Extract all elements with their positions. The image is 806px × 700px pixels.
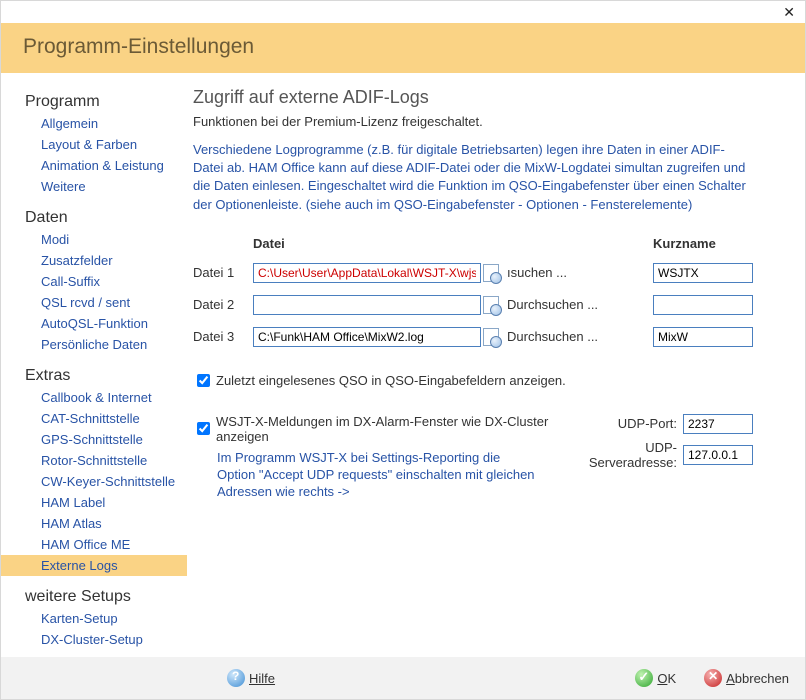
row3-browse-icon[interactable] (483, 328, 499, 346)
content-pane: Zugriff auf externe ADIF-Logs Funktionen… (187, 73, 805, 657)
cancel-icon (704, 669, 722, 687)
sidebar-item-call-suffix[interactable]: Call-Suffix (1, 271, 187, 292)
row1-label: Datei 1 (193, 265, 253, 280)
sidebar-section-extras: Extras (1, 365, 187, 387)
sidebar-item-animation-leistung[interactable]: Animation & Leistung (1, 155, 187, 176)
sidebar-item-weitere[interactable]: Weitere (1, 176, 187, 197)
help-icon (227, 669, 245, 687)
sidebar-item-modi[interactable]: Modi (1, 229, 187, 250)
row2-label: Datei 2 (193, 297, 253, 312)
footer: Hilfe OK Abbrechen (1, 657, 805, 699)
row3-path-input[interactable] (253, 327, 481, 347)
sidebar-item-autoqsl-funktion[interactable]: AutoQSL-Funktion (1, 313, 187, 334)
sidebar-item-ham-label[interactable]: HAM Label (1, 492, 187, 513)
row3-browse-label[interactable]: Durchsuchen ... (503, 329, 613, 344)
sidebar-section-weitere-setups: weitere Setups (1, 586, 187, 608)
sidebar-section-programm: Programm (1, 91, 187, 113)
col-header-kurzname: Kurzname (653, 236, 753, 251)
sidebar-item-ham-office-me[interactable]: HAM Office ME (1, 534, 187, 555)
sidebar-item-gps-schnittstelle[interactable]: GPS-Schnittstelle (1, 429, 187, 450)
row1-shortname-input[interactable] (653, 263, 753, 283)
page-heading: Zugriff auf externe ADIF-Logs (193, 87, 785, 108)
page-subtitle: Funktionen bei der Premium-Lizenz freige… (193, 114, 785, 129)
sidebar-item-allgemein[interactable]: Allgemein (1, 113, 187, 134)
wsjt-block: WSJT-X-Meldungen im DX-Alarm-Fenster wie… (193, 414, 753, 501)
wsjt-note: Im Programm WSJT-X bei Settings-Reportin… (217, 450, 537, 501)
wsjt-check-label: WSJT-X-Meldungen im DX-Alarm-Fenster wie… (216, 414, 572, 444)
help-label: Hilfe (249, 671, 275, 686)
last-qso-label: Zuletzt eingelesenes QSO in QSO-Eingabef… (216, 373, 566, 388)
ok-icon (635, 669, 653, 687)
ok-label-rest: K (667, 671, 676, 686)
row2-browse-label[interactable]: Durchsuchen ... (503, 297, 613, 312)
close-icon[interactable]: ✕ (783, 4, 795, 21)
sidebar-item-karten-setup[interactable]: Karten-Setup (1, 608, 187, 629)
sidebar-item-dx-cluster-setup[interactable]: DX-Cluster-Setup (1, 629, 187, 650)
titlebar: ✕ (1, 1, 805, 23)
last-qso-checkbox[interactable] (197, 374, 210, 387)
row2-browse-icon[interactable] (483, 296, 499, 314)
sidebar-item-qsl-rcvd-sent[interactable]: QSL rcvd / sent (1, 292, 187, 313)
sidebar-item-cw-keyer-schnittstelle[interactable]: CW-Keyer-Schnittstelle (1, 471, 187, 492)
row2-shortname-input[interactable] (653, 295, 753, 315)
sidebar-item-externe-logs[interactable]: Externe Logs (1, 555, 187, 576)
sidebar: Programm Allgemein Layout & Farben Anima… (1, 73, 187, 657)
sidebar-item-zusatzfelder[interactable]: Zusatzfelder (1, 250, 187, 271)
sidebar-item-cat-schnittstelle[interactable]: CAT-Schnittstelle (1, 408, 187, 429)
row1-path-input[interactable] (253, 263, 481, 283)
wsjt-checkbox[interactable] (197, 422, 210, 435)
udp-port-input[interactable] (683, 414, 753, 434)
sidebar-item-ham-atlas[interactable]: HAM Atlas (1, 513, 187, 534)
col-header-datei: Datei (253, 236, 483, 251)
row1-browse-icon[interactable] (483, 264, 499, 282)
help-button[interactable]: Hilfe (227, 669, 275, 687)
cancel-button[interactable]: Abbrechen (704, 669, 789, 687)
last-qso-check-row: Zuletzt eingelesenes QSO in QSO-Eingabef… (193, 371, 785, 390)
settings-window: ✕ Programm-Einstellungen Programm Allgem… (0, 0, 806, 700)
page-blurb: Verschiedene Logprogramme (z.B. für digi… (193, 141, 753, 214)
cancel-label-rest: bbrechen (735, 671, 789, 686)
sidebar-item-persoenliche-daten[interactable]: Persönliche Daten (1, 334, 187, 355)
sidebar-section-daten: Daten (1, 207, 187, 229)
row3-shortname-input[interactable] (653, 327, 753, 347)
udp-server-input[interactable] (683, 445, 753, 465)
body: Programm Allgemein Layout & Farben Anima… (1, 73, 805, 657)
udp-server-label: UDP-Serveradresse: (572, 440, 677, 470)
row2-path-input[interactable] (253, 295, 481, 315)
row1-browse-label[interactable]: ısuchen ... (503, 265, 613, 280)
sidebar-item-callbook-internet[interactable]: Callbook & Internet (1, 387, 187, 408)
row3-label: Datei 3 (193, 329, 253, 344)
sidebar-item-layout-farben[interactable]: Layout & Farben (1, 134, 187, 155)
udp-port-label: UDP-Port: (618, 416, 677, 431)
file-grid: Datei Kurzname Datei 1 ısuchen ... Datei… (193, 236, 785, 347)
ok-button[interactable]: OK (635, 669, 676, 687)
sidebar-item-rotor-schnittstelle[interactable]: Rotor-Schnittstelle (1, 450, 187, 471)
window-title: Programm-Einstellungen (1, 23, 805, 73)
